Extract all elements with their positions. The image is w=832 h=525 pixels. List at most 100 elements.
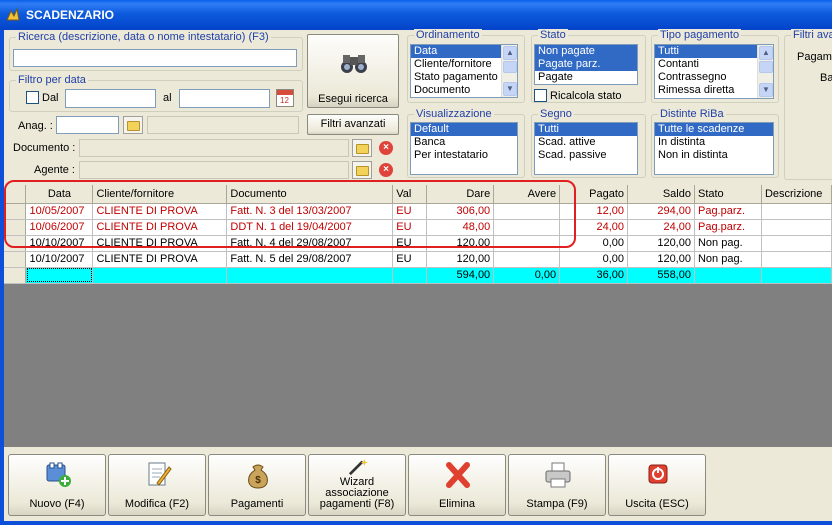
scroll-thumb[interactable] bbox=[759, 61, 773, 73]
visualizzazione-item[interactable]: Per intestatario bbox=[411, 149, 517, 162]
cell-val[interactable]: EU bbox=[392, 203, 428, 220]
segno-item[interactable]: Tutti bbox=[535, 123, 637, 136]
cell-data[interactable]: 10/10/2007 bbox=[25, 235, 94, 252]
agente-clear-button[interactable]: × bbox=[377, 161, 395, 179]
advanced-filters-button[interactable]: Filtri avanzati bbox=[307, 114, 399, 135]
cell-cliente[interactable]: CLIENTE DI PROVA bbox=[92, 203, 228, 220]
documento-browse-button[interactable] bbox=[352, 139, 372, 157]
tipo-pagamento-item[interactable]: Tutti bbox=[655, 45, 773, 58]
agente-browse-button[interactable] bbox=[352, 161, 372, 179]
cell-saldo[interactable]: 294,00 bbox=[627, 203, 695, 220]
row-indicator[interactable] bbox=[4, 203, 27, 220]
distinte-item[interactable]: Tutte le scadenze bbox=[655, 123, 773, 136]
scroll-up-icon[interactable]: ▲ bbox=[759, 46, 773, 60]
cell-documento[interactable]: Fatt. N. 4 del 29/08/2007 bbox=[226, 235, 394, 252]
cell-val[interactable]: EU bbox=[392, 251, 428, 268]
scroll-thumb[interactable] bbox=[503, 61, 517, 73]
cell-documento[interactable]: Fatt. N. 3 del 13/03/2007 bbox=[226, 203, 394, 220]
cell-data[interactable]: 10/06/2007 bbox=[25, 219, 94, 236]
date-to-input[interactable] bbox=[179, 89, 270, 108]
ordinamento-scrollbar[interactable]: ▲ ▼ bbox=[501, 45, 517, 97]
column-header-documento[interactable]: Documento bbox=[226, 185, 394, 204]
column-header-saldo[interactable]: Saldo bbox=[627, 185, 695, 204]
deadlines-grid[interactable]: Data Cliente/fornitore Documento Val Dar… bbox=[4, 185, 832, 447]
search-input[interactable] bbox=[13, 49, 297, 67]
scroll-down-icon[interactable]: ▼ bbox=[503, 82, 517, 96]
cell-saldo[interactable]: 120,00 bbox=[627, 251, 695, 268]
segno-list[interactable]: Tutti Scad. attive Scad. passive bbox=[534, 122, 638, 175]
cell-dare[interactable]: 120,00 bbox=[426, 251, 495, 268]
cell-documento[interactable]: DDT N. 1 del 19/04/2007 bbox=[226, 219, 394, 236]
totals-row[interactable]: 594,00 0,00 36,00 558,00 bbox=[4, 267, 832, 284]
execute-search-button[interactable]: Esegui ricerca bbox=[307, 34, 399, 108]
edit-button[interactable]: Modifica (F2) bbox=[108, 454, 206, 516]
cell-data[interactable]: 10/10/2007 bbox=[25, 251, 94, 268]
cell-cliente[interactable]: CLIENTE DI PROVA bbox=[92, 219, 228, 236]
scroll-down-icon[interactable]: ▼ bbox=[759, 83, 773, 97]
cell-descrizione[interactable] bbox=[761, 219, 832, 236]
stato-item[interactable]: Pagate parz. bbox=[535, 58, 637, 71]
table-row[interactable]: 10/06/2007 CLIENTE DI PROVA DDT N. 1 del… bbox=[4, 219, 832, 236]
date-from-input[interactable] bbox=[65, 89, 156, 108]
cell-val[interactable]: EU bbox=[392, 235, 428, 252]
column-header-val[interactable]: Val bbox=[392, 185, 428, 204]
calendar-icon[interactable]: 12 bbox=[276, 89, 294, 107]
cell-stato[interactable]: Non pag. bbox=[694, 251, 762, 268]
wizard-button[interactable]: Wizard associazione pagamenti (F8) bbox=[308, 454, 406, 516]
cell-dare[interactable]: 306,00 bbox=[426, 203, 495, 220]
stato-item[interactable]: Pagate bbox=[535, 71, 637, 84]
print-button[interactable]: Stampa (F9) bbox=[508, 454, 606, 516]
anag-code-input[interactable] bbox=[56, 116, 119, 134]
tipo-pagamento-item[interactable]: Contanti bbox=[655, 58, 773, 71]
column-header-cliente[interactable]: Cliente/fornitore bbox=[92, 185, 228, 204]
exit-button[interactable]: Uscita (ESC) bbox=[608, 454, 706, 516]
documento-clear-button[interactable]: × bbox=[377, 139, 395, 157]
tipo-pagamento-scrollbar[interactable]: ▲ ▼ bbox=[757, 45, 773, 98]
segno-item[interactable]: Scad. passive bbox=[535, 149, 637, 162]
column-header-dare[interactable]: Dare bbox=[426, 185, 495, 204]
cell-pagato[interactable]: 0,00 bbox=[559, 251, 629, 268]
visualizzazione-item[interactable]: Default bbox=[411, 123, 517, 136]
new-button[interactable]: Nuovo (F4) bbox=[8, 454, 106, 516]
distinte-list[interactable]: Tutte le scadenze In distinta Non in dis… bbox=[654, 122, 774, 175]
cell-stato[interactable]: Pag.parz. bbox=[694, 219, 762, 236]
date-from-checkbox[interactable] bbox=[26, 91, 39, 104]
cell-data[interactable]: 10/05/2007 bbox=[25, 203, 94, 220]
cell-avere[interactable] bbox=[493, 235, 561, 252]
totals-focus-cell[interactable] bbox=[25, 267, 94, 284]
cell-saldo[interactable]: 24,00 bbox=[627, 219, 695, 236]
distinte-item[interactable]: In distinta bbox=[655, 136, 773, 149]
row-indicator[interactable] bbox=[4, 235, 27, 252]
table-row[interactable]: 10/05/2007 CLIENTE DI PROVA Fatt. N. 3 d… bbox=[4, 203, 832, 220]
cell-avere[interactable] bbox=[493, 251, 561, 268]
tipo-pagamento-item[interactable]: Contrassegno bbox=[655, 71, 773, 84]
cell-saldo[interactable]: 120,00 bbox=[627, 235, 695, 252]
cell-cliente[interactable]: CLIENTE DI PROVA bbox=[92, 251, 228, 268]
visualizzazione-list[interactable]: Default Banca Per intestatario bbox=[410, 122, 518, 175]
cell-descrizione[interactable] bbox=[761, 251, 832, 268]
cell-dare[interactable]: 120,00 bbox=[426, 235, 495, 252]
cell-stato[interactable]: Non pag. bbox=[694, 235, 762, 252]
anag-browse-button[interactable] bbox=[123, 116, 143, 134]
cell-dare[interactable]: 48,00 bbox=[426, 219, 495, 236]
table-row[interactable]: 10/10/2007 CLIENTE DI PROVA Fatt. N. 5 d… bbox=[4, 251, 832, 268]
cell-cliente[interactable]: CLIENTE DI PROVA bbox=[92, 235, 228, 252]
row-indicator[interactable] bbox=[4, 251, 27, 268]
cell-documento[interactable]: Fatt. N. 5 del 29/08/2007 bbox=[226, 251, 394, 268]
column-header-pagato[interactable]: Pagato bbox=[559, 185, 629, 204]
cell-pagato[interactable]: 24,00 bbox=[559, 219, 629, 236]
cell-avere[interactable] bbox=[493, 203, 561, 220]
stato-list[interactable]: Non pagate Pagate parz. Pagate bbox=[534, 44, 638, 85]
table-row[interactable]: 10/10/2007 CLIENTE DI PROVA Fatt. N. 4 d… bbox=[4, 235, 832, 252]
column-header-data[interactable]: Data bbox=[25, 185, 94, 204]
ordinamento-list[interactable]: Data Cliente/fornitore Stato pagamento D… bbox=[410, 44, 518, 98]
row-indicator[interactable] bbox=[4, 219, 27, 236]
tipo-pagamento-item[interactable]: Rimessa diretta bbox=[655, 84, 773, 97]
column-header-avere[interactable]: Avere bbox=[493, 185, 561, 204]
scroll-up-icon[interactable]: ▲ bbox=[503, 46, 517, 60]
cell-descrizione[interactable] bbox=[761, 203, 832, 220]
cell-stato[interactable]: Pag.parz. bbox=[694, 203, 762, 220]
cell-avere[interactable] bbox=[493, 219, 561, 236]
deadlines-table[interactable]: Data Cliente/fornitore Documento Val Dar… bbox=[4, 185, 832, 284]
tipo-pagamento-list[interactable]: Tutti Contanti Contrassegno Rimessa dire… bbox=[654, 44, 774, 99]
